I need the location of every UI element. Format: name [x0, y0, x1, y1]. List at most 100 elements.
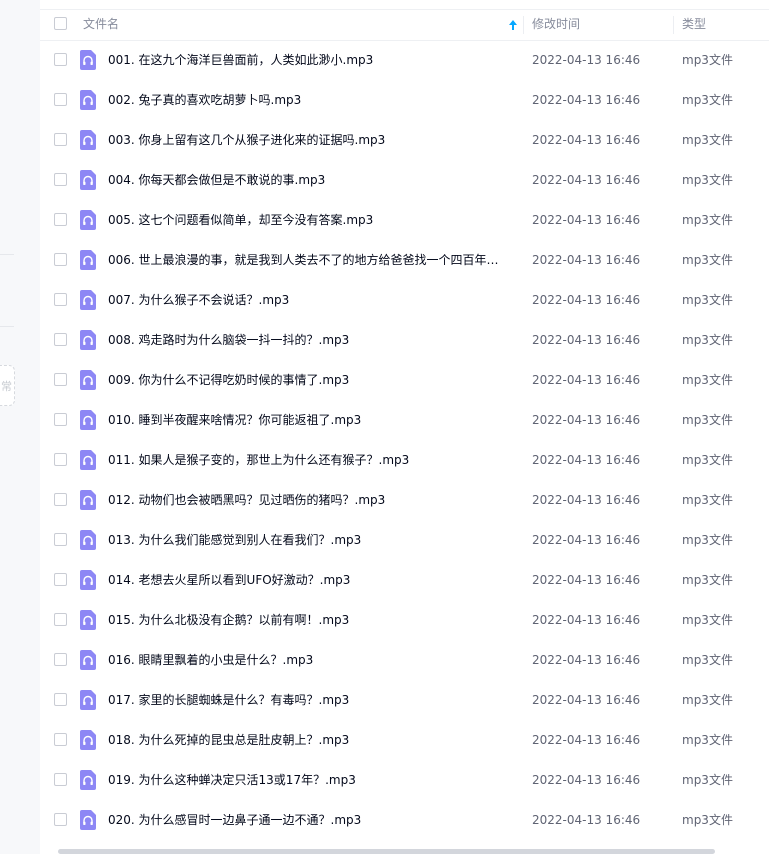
file-type: mp3文件	[682, 453, 733, 467]
file-row[interactable]: 018. 为什么死掉的昆虫总是肚皮朝上？.mp3 2022-04-13 16:46…	[40, 720, 769, 760]
file-row[interactable]: 020. 为什么感冒时一边鼻子通一边不通？.mp3 2022-04-13 16:4…	[40, 800, 769, 840]
file-name[interactable]: 016. 眼睛里飘着的小虫是什么？.mp3	[108, 640, 508, 680]
file-name[interactable]: 014. 老想去火星所以看到UFO好激动？.mp3	[108, 560, 508, 600]
file-name[interactable]: 017. 家里的长腿蜘蛛是什么？有毒吗？.mp3	[108, 680, 508, 720]
file-name[interactable]: 006. 世上最浪漫的事，就是我到人类去不了的地方给爸爸找一个四百年的...	[108, 240, 508, 280]
column-header-type[interactable]: 类型	[682, 10, 706, 39]
file-row[interactable]: 017. 家里的长腿蜘蛛是什么？有毒吗？.mp3 2022-04-13 16:46…	[40, 680, 769, 720]
row-checkbox[interactable]	[54, 573, 67, 586]
audio-file-icon	[80, 130, 96, 150]
audio-file-icon	[80, 450, 96, 470]
file-row[interactable]: 016. 眼睛里飘着的小虫是什么？.mp3 2022-04-13 16:46 mp3…	[40, 640, 769, 680]
file-modified-time: 2022-04-13 16:46	[532, 693, 641, 707]
file-row[interactable]: 013. 为什么我们能感觉到别人在看我们？.mp3 2022-04-13 16:4…	[40, 520, 769, 560]
column-divider[interactable]	[673, 16, 674, 34]
file-modified-time: 2022-04-13 16:46	[532, 653, 641, 667]
file-type: mp3文件	[682, 533, 733, 547]
file-name[interactable]: 015. 为什么北极没有企鹅？以前有啊！.mp3	[108, 600, 508, 640]
file-name[interactable]: 003. 你身上留有这几个从猴子进化来的证据吗.mp3	[108, 120, 508, 160]
row-checkbox[interactable]	[54, 733, 67, 746]
file-name[interactable]: 007. 为什么猴子不会说话？.mp3	[108, 280, 508, 320]
file-row[interactable]: 019. 为什么这种蝉决定只活13或17年？.mp3 2022-04-13 16:…	[40, 760, 769, 800]
file-name[interactable]: 010. 睡到半夜醒来啥情况？你可能返祖了.mp3	[108, 400, 508, 440]
row-checkbox[interactable]	[54, 613, 67, 626]
file-type: mp3文件	[682, 573, 733, 587]
column-header-name[interactable]: 文件名	[83, 10, 119, 39]
row-checkbox[interactable]	[54, 813, 67, 826]
audio-file-icon	[80, 90, 96, 110]
row-checkbox[interactable]	[54, 693, 67, 706]
row-checkbox[interactable]	[54, 133, 67, 146]
file-row[interactable]: 003. 你身上留有这几个从猴子进化来的证据吗.mp3 2022-04-13 16…	[40, 120, 769, 160]
sidebar-divider	[0, 326, 14, 327]
row-checkbox[interactable]	[54, 333, 67, 346]
file-type: mp3文件	[682, 253, 733, 267]
column-header-modified-time[interactable]: 修改时间	[532, 10, 580, 39]
row-checkbox[interactable]	[54, 453, 67, 466]
file-type: mp3文件	[682, 333, 733, 347]
file-row[interactable]: 006. 世上最浪漫的事，就是我到人类去不了的地方给爸爸找一个四百年的... 20…	[40, 240, 769, 280]
row-checkbox[interactable]	[54, 293, 67, 306]
audio-file-icon	[80, 730, 96, 750]
file-row[interactable]: 004. 你每天都会做但是不敢说的事.mp3 2022-04-13 16:46 mp…	[40, 160, 769, 200]
file-modified-time: 2022-04-13 16:46	[532, 133, 641, 147]
file-name[interactable]: 019. 为什么这种蝉决定只活13或17年？.mp3	[108, 760, 508, 800]
file-list-header: 文件名 修改时间 类型	[40, 10, 769, 41]
file-modified-time: 2022-04-13 16:46	[532, 533, 641, 547]
row-checkbox[interactable]	[54, 93, 67, 106]
file-row[interactable]: 010. 睡到半夜醒来啥情况？你可能返祖了.mp3 2022-04-13 16:4…	[40, 400, 769, 440]
file-modified-time: 2022-04-13 16:46	[532, 733, 641, 747]
row-checkbox[interactable]	[54, 53, 67, 66]
file-type: mp3文件	[682, 413, 733, 427]
file-row[interactable]: 002. 兔子真的喜欢吃胡萝卜吗.mp3 2022-04-13 16:46 mp3文…	[40, 80, 769, 120]
file-type: mp3文件	[682, 693, 733, 707]
row-checkbox[interactable]	[54, 253, 67, 266]
audio-file-icon	[80, 530, 96, 550]
file-modified-time: 2022-04-13 16:46	[532, 493, 641, 507]
file-name[interactable]: 004. 你每天都会做但是不敢说的事.mp3	[108, 160, 508, 200]
file-modified-time: 2022-04-13 16:46	[532, 173, 641, 187]
row-checkbox[interactable]	[54, 213, 67, 226]
row-checkbox[interactable]	[54, 493, 67, 506]
file-name[interactable]: 002. 兔子真的喜欢吃胡萝卜吗.mp3	[108, 80, 508, 120]
audio-file-icon	[80, 770, 96, 790]
sidebar-divider	[0, 254, 14, 255]
file-name[interactable]: 001. 在这九个海洋巨兽面前，人类如此渺小.mp3	[108, 40, 508, 80]
audio-file-icon	[80, 490, 96, 510]
file-type: mp3文件	[682, 133, 733, 147]
file-row[interactable]: 012. 动物们也会被晒黑吗？见过晒伤的猪吗？.mp3 2022-04-13 16…	[40, 480, 769, 520]
sidebar-button[interactable]: 常	[0, 365, 15, 406]
file-name[interactable]: 013. 为什么我们能感觉到别人在看我们？.mp3	[108, 520, 508, 560]
file-row[interactable]: 005. 这七个问题看似简单，却至今没有答案.mp3 2022-04-13 16:…	[40, 200, 769, 240]
file-type: mp3文件	[682, 733, 733, 747]
audio-file-icon	[80, 650, 96, 670]
row-checkbox[interactable]	[54, 413, 67, 426]
file-name[interactable]: 009. 你为什么不记得吃奶时候的事情了.mp3	[108, 360, 508, 400]
audio-file-icon	[80, 290, 96, 310]
file-row[interactable]: 009. 你为什么不记得吃奶时候的事情了.mp3 2022-04-13 16:46…	[40, 360, 769, 400]
row-checkbox[interactable]	[54, 533, 67, 546]
file-name[interactable]: 008. 鸡走路时为什么脑袋一抖一抖的？.mp3	[108, 320, 508, 360]
file-row[interactable]: 014. 老想去火星所以看到UFO好激动？.mp3 2022-04-13 16:4…	[40, 560, 769, 600]
file-row[interactable]: 008. 鸡走路时为什么脑袋一抖一抖的？.mp3 2022-04-13 16:46…	[40, 320, 769, 360]
row-checkbox[interactable]	[54, 773, 67, 786]
file-name[interactable]: 005. 这七个问题看似简单，却至今没有答案.mp3	[108, 200, 508, 240]
row-checkbox[interactable]	[54, 373, 67, 386]
sort-ascending-icon[interactable]	[507, 19, 519, 31]
file-name[interactable]: 020. 为什么感冒时一边鼻子通一边不通？.mp3	[108, 800, 508, 840]
file-row[interactable]: 001. 在这九个海洋巨兽面前，人类如此渺小.mp3 2022-04-13 16:…	[40, 40, 769, 80]
audio-file-icon	[80, 570, 96, 590]
select-all-checkbox[interactable]	[54, 17, 67, 30]
column-divider[interactable]	[523, 16, 524, 34]
row-checkbox[interactable]	[54, 653, 67, 666]
row-checkbox[interactable]	[54, 173, 67, 186]
file-name[interactable]: 011. 如果人是猴子变的，那世上为什么还有猴子？.mp3	[108, 440, 508, 480]
horizontal-scrollbar[interactable]	[58, 849, 715, 854]
file-name[interactable]: 018. 为什么死掉的昆虫总是肚皮朝上？.mp3	[108, 720, 508, 760]
file-row[interactable]: 011. 如果人是猴子变的，那世上为什么还有猴子？.mp3 2022-04-13 …	[40, 440, 769, 480]
file-name[interactable]: 012. 动物们也会被晒黑吗？见过晒伤的猪吗？.mp3	[108, 480, 508, 520]
audio-file-icon	[80, 210, 96, 230]
file-modified-time: 2022-04-13 16:46	[532, 53, 641, 67]
file-row[interactable]: 015. 为什么北极没有企鹅？以前有啊！.mp3 2022-04-13 16:46…	[40, 600, 769, 640]
file-row[interactable]: 007. 为什么猴子不会说话？.mp3 2022-04-13 16:46 mp3文件	[40, 280, 769, 320]
